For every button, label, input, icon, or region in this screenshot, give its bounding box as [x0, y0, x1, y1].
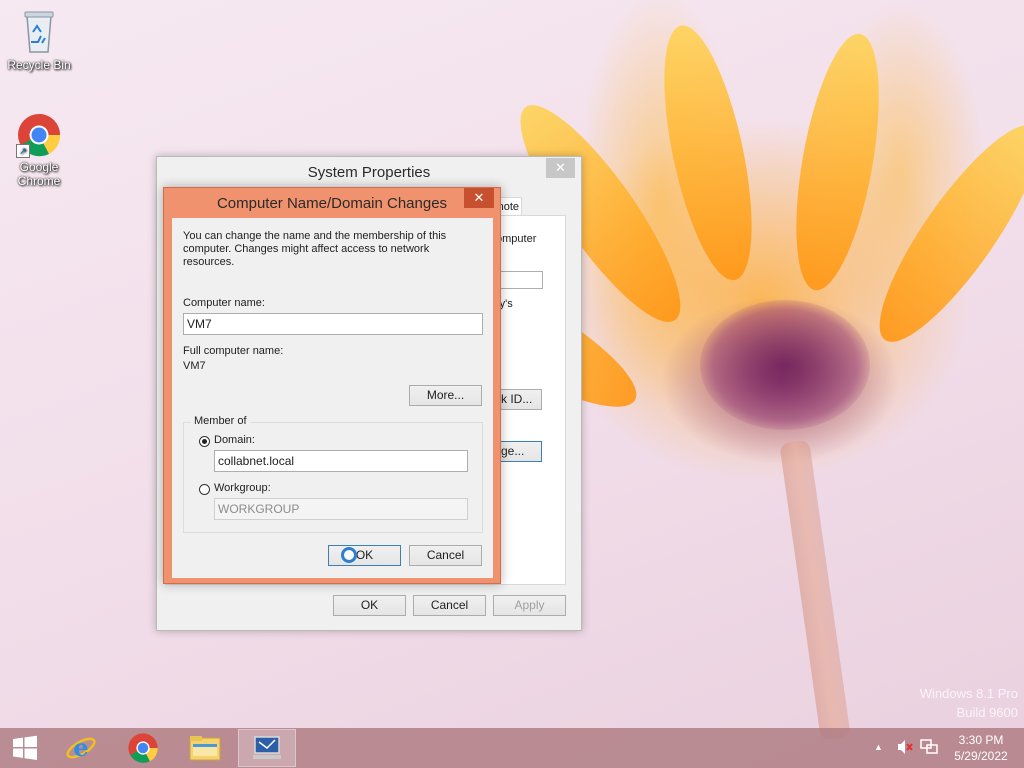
domain-input[interactable]: collabnet.local	[214, 450, 468, 472]
recycle-bin-desktop-icon[interactable]: Recycle Bin	[1, 6, 77, 72]
google-chrome-desktop-icon[interactable]: ↗ Google Chrome	[1, 112, 77, 188]
network-icon[interactable]	[920, 739, 938, 755]
system-properties-title: System Properties	[307, 164, 431, 181]
workgroup-radio[interactable]	[199, 484, 210, 495]
ok-label: OK	[355, 548, 374, 562]
apply-label: Apply	[514, 598, 545, 612]
start-button[interactable]	[0, 729, 50, 767]
change-button[interactable]: ge...	[498, 441, 542, 462]
recycle-bin-label: Recycle Bin	[7, 58, 71, 72]
svg-text:e: e	[73, 733, 88, 762]
system-properties-titlebar: System Properties ✕	[157, 157, 581, 187]
full-computer-name-label: Full computer name:	[183, 345, 284, 357]
recycle-bin-icon	[19, 6, 59, 56]
clock-time: 3:30 PM	[958, 733, 1004, 747]
computer-name-dialog-body: You can change the name and the membersh…	[172, 218, 493, 578]
wallpaper-petal	[856, 106, 1024, 361]
wallpaper-flower-center	[700, 300, 870, 430]
dialog-description: You can change the name and the membersh…	[183, 230, 447, 268]
more-button[interactable]: More...	[409, 385, 482, 406]
close-icon: ✕	[555, 160, 566, 175]
wallpaper-petal	[646, 18, 770, 288]
partial-input	[498, 271, 543, 289]
system-properties-cancel-button[interactable]: Cancel	[413, 595, 486, 616]
domain-radio[interactable]	[199, 436, 210, 447]
workgroup-label: Workgroup:	[214, 482, 271, 494]
workgroup-input[interactable]: WORKGROUP	[214, 498, 468, 520]
change-label: ge...	[501, 444, 525, 458]
dialog-ok-button[interactable]: OK	[328, 545, 401, 566]
clock-date: 5/29/2022	[954, 749, 1008, 763]
chrome-icon: ↗	[16, 112, 62, 158]
system-properties-icon	[253, 736, 281, 759]
click-indicator-icon	[341, 547, 357, 563]
chrome-label: Google Chrome	[17, 160, 61, 188]
taskbar-chrome[interactable]	[114, 729, 172, 767]
full-computer-name-value: VM7	[183, 360, 206, 372]
dialog-cancel-button[interactable]: Cancel	[409, 545, 482, 566]
taskbar-file-explorer[interactable]	[176, 729, 234, 767]
taskbar-system-properties[interactable]	[238, 729, 296, 767]
network-id-button[interactable]: k ID...	[498, 389, 542, 410]
system-properties-close-button[interactable]: ✕	[546, 158, 575, 178]
taskbar-internet-explorer[interactable]: e	[52, 729, 110, 767]
taskbar: e ▲ 3:30 PM 5/29/2022	[0, 728, 1024, 768]
close-icon: ✕	[473, 190, 485, 205]
more-label: More...	[426, 388, 465, 402]
system-properties-apply-button[interactable]: Apply	[493, 595, 566, 616]
network-id-label: k ID...	[501, 392, 533, 406]
member-of-group: Member of Domain: collabnet.local Workgr…	[183, 415, 483, 533]
computer-name-dialog: Computer Name/Domain Changes ✕ You can c…	[163, 187, 501, 584]
watermark-edition: Windows 8.1 Pro	[919, 686, 1018, 701]
chevron-up-icon: ▲	[874, 742, 883, 752]
system-properties-ok-button[interactable]: OK	[333, 595, 406, 616]
computer-name-input[interactable]: VM7	[183, 313, 483, 335]
radio-selected-dot	[202, 439, 207, 444]
internet-explorer-icon: e	[66, 733, 96, 762]
cancel-label: Cancel	[426, 548, 465, 562]
clock[interactable]: 3:30 PM 5/29/2022	[946, 732, 1016, 764]
watermark-build: Build 9600	[956, 705, 1018, 720]
chrome-icon	[128, 733, 158, 763]
computer-name-label: Computer name:	[183, 297, 265, 309]
file-explorer-icon	[189, 736, 221, 761]
volume-muted-icon[interactable]	[896, 739, 914, 755]
windows-watermark: Windows 8.1 Pro Build 9600	[920, 684, 1018, 722]
partial-description: omputer	[496, 233, 537, 245]
shortcut-arrow-icon: ↗	[16, 144, 30, 158]
ok-label: OK	[360, 598, 379, 612]
wallpaper-petal	[780, 27, 895, 297]
wallpaper-stem	[779, 439, 851, 741]
domain-label: Domain:	[214, 434, 255, 446]
show-hidden-icons-button[interactable]: ▲	[874, 742, 883, 752]
cancel-label: Cancel	[430, 598, 469, 612]
computer-name-dialog-title: Computer Name/Domain Changes	[216, 195, 448, 212]
member-of-label: Member of	[191, 415, 250, 427]
windows-logo-icon	[13, 735, 37, 760]
computer-name-dialog-close-button[interactable]: ✕	[464, 188, 494, 208]
